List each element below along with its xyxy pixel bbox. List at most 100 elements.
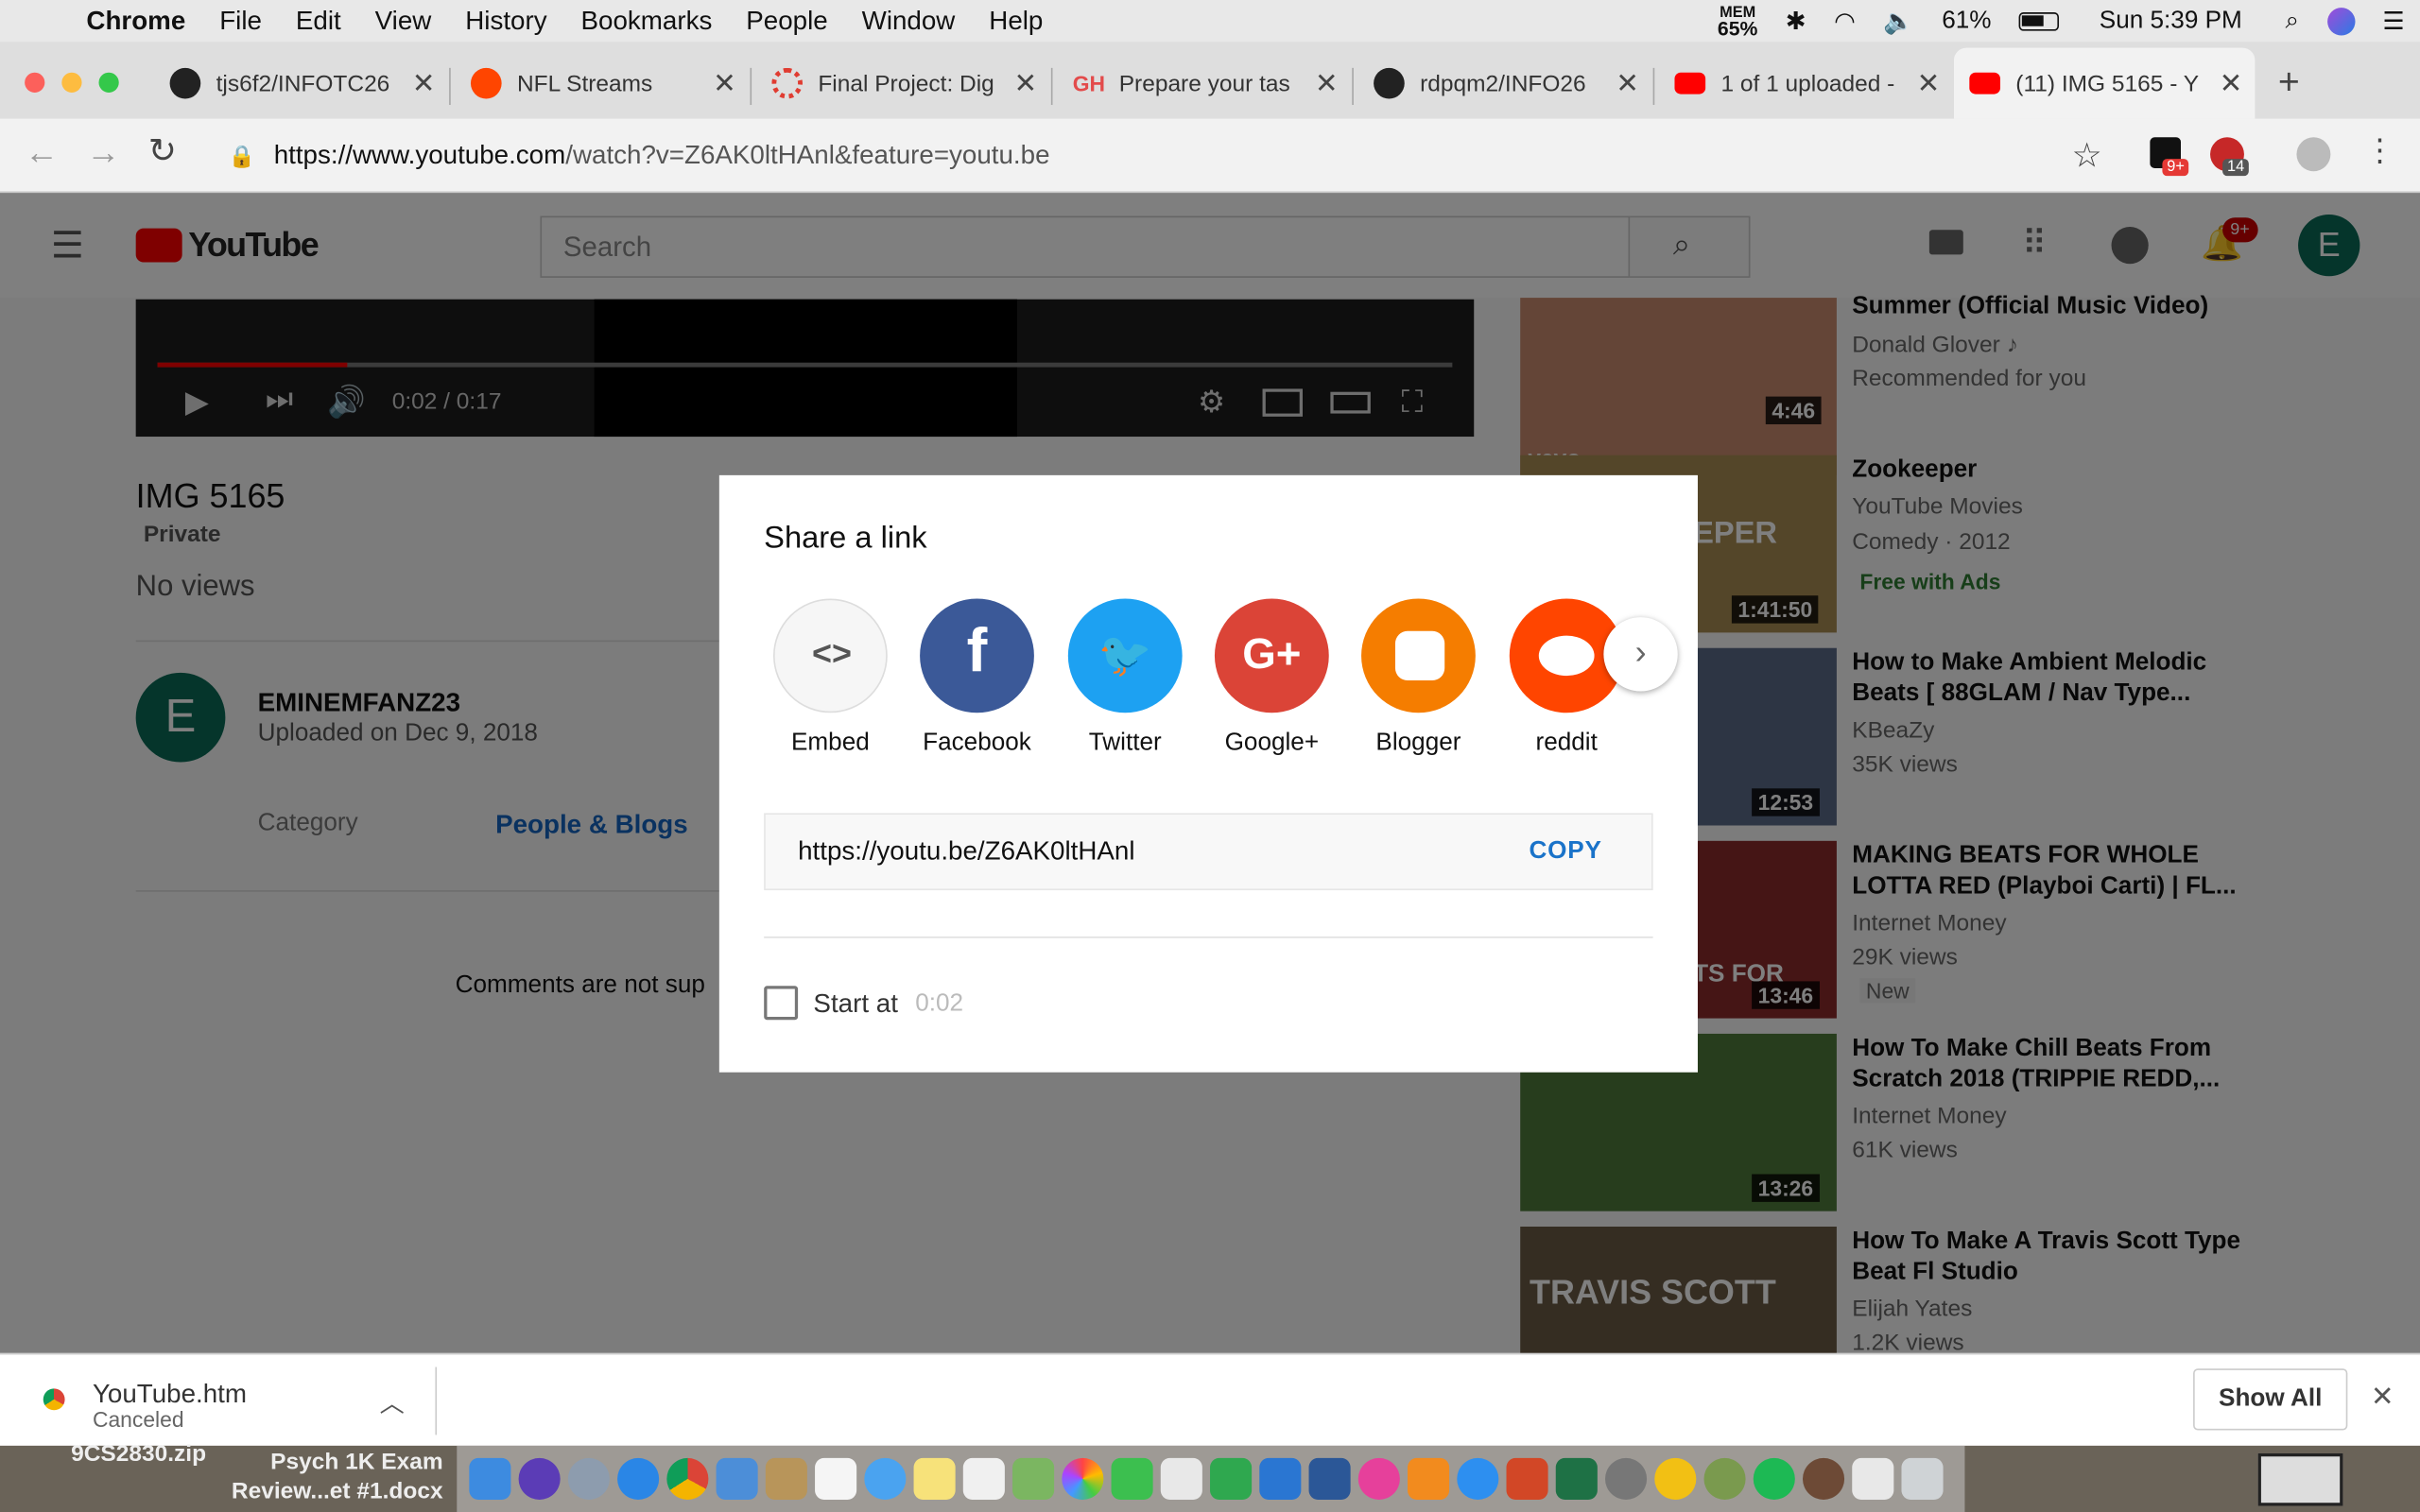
app-store-icon[interactable] [1457, 1457, 1499, 1500]
close-icon[interactable]: ✕ [2220, 67, 2243, 99]
close-icon[interactable]: ✕ [713, 67, 736, 99]
google-plus-button[interactable]: G+ [1214, 598, 1329, 713]
menu-file[interactable]: File [219, 6, 262, 37]
word-icon[interactable] [1308, 1457, 1351, 1500]
back-icon[interactable]: ← [25, 132, 59, 172]
finder-icon[interactable] [469, 1457, 511, 1500]
spotify-icon[interactable] [1753, 1457, 1795, 1500]
network-icon[interactable] [1703, 1457, 1746, 1500]
desktop-file-docx[interactable]: Psych 1K Exam Review...et #1.docx [232, 1447, 443, 1505]
downloads-folder-icon[interactable] [1852, 1457, 1894, 1500]
trash-icon[interactable] [1901, 1457, 1944, 1500]
wifi-icon[interactable]: ◠ [1834, 6, 1856, 37]
dialog-title: Share a link [764, 521, 927, 556]
reload-icon[interactable]: ↻ [148, 131, 177, 171]
desktop-screenshot-thumbnail[interactable] [2257, 1453, 2343, 1506]
calendar-icon[interactable] [815, 1457, 857, 1500]
notes-icon[interactable] [913, 1457, 956, 1500]
system-preferences-icon[interactable] [1605, 1457, 1648, 1500]
close-icon[interactable]: ✕ [1616, 67, 1639, 99]
facebook-button[interactable]: f [920, 598, 1034, 713]
preview-icon[interactable] [716, 1457, 758, 1500]
tab-4[interactable]: GH Prepare your tas ✕ [1057, 48, 1350, 119]
menu-help[interactable]: Help [989, 6, 1043, 37]
menu-window[interactable]: Window [862, 6, 956, 37]
spotlight-icon[interactable]: ⌕ [2286, 7, 2300, 34]
safari-icon[interactable] [617, 1457, 660, 1500]
tab-label: NFL Streams [516, 70, 653, 97]
show-all-button[interactable]: Show All [2193, 1368, 2348, 1431]
outlook-icon[interactable] [1654, 1457, 1697, 1500]
siri-icon[interactable] [518, 1457, 561, 1500]
keynote-app-icon[interactable] [1259, 1457, 1302, 1500]
lock-icon: 🔒 [228, 143, 256, 168]
clock[interactable]: Sun 5:39 PM [2100, 7, 2242, 34]
siri-icon[interactable] [2326, 7, 2355, 35]
share-url-field[interactable]: https://youtu.be/Z6AK0ltHAnl COPY [764, 813, 1653, 891]
tab-5[interactable]: rdpqm2/INFO26 ✕ [1358, 48, 1651, 119]
menu-people[interactable]: People [746, 6, 827, 37]
minimize-window-button[interactable] [61, 72, 82, 93]
books-icon[interactable] [1408, 1457, 1450, 1500]
launchpad-icon[interactable] [567, 1457, 610, 1500]
google-plus-icon: G+ [1242, 629, 1302, 678]
tab-label: Final Project: Dig [818, 70, 994, 97]
tab-1[interactable]: tjs6f2/INFOTC26 ✕ [154, 48, 447, 119]
address-bar[interactable]: 🔒 https://www.youtube.com /watch?v=Z6AK0… [203, 128, 2118, 184]
notification-center-icon[interactable]: ☰ [2382, 6, 2404, 37]
embed-button[interactable]: <> [772, 598, 888, 713]
app-menu[interactable]: Chrome [86, 6, 185, 37]
close-window-button[interactable] [25, 72, 45, 93]
itunes-icon[interactable] [1357, 1457, 1400, 1500]
tab-3[interactable]: Final Project: Dig ✕ [756, 48, 1049, 119]
numbers-icon[interactable] [1210, 1457, 1253, 1500]
tab-label: tjs6f2/INFOTC26 [216, 70, 390, 97]
copy-button[interactable]: COPY [1529, 838, 1601, 866]
photos-icon[interactable] [1062, 1457, 1104, 1500]
profile-icon[interactable] [2296, 137, 2331, 172]
blogger-button[interactable] [1361, 598, 1476, 713]
twitter-button[interactable]: 🐦 [1067, 598, 1183, 713]
maximize-window-button[interactable] [98, 72, 119, 93]
menu-edit[interactable]: Edit [296, 6, 341, 37]
battery-percent[interactable]: 61% [1942, 7, 1991, 34]
chevron-up-icon[interactable]: ︿ [380, 1383, 405, 1419]
messages-icon[interactable] [864, 1457, 907, 1500]
maps-icon[interactable] [1012, 1457, 1055, 1500]
bookmark-star-icon[interactable]: ☆ [2072, 136, 2102, 176]
excel-icon[interactable] [1555, 1457, 1598, 1500]
close-icon[interactable]: ✕ [2371, 1381, 2394, 1413]
menu-history[interactable]: History [465, 6, 546, 37]
tab-2[interactable]: NFL Streams ✕ [456, 48, 749, 119]
desktop-file-zip[interactable]: 9CS2830.zip [71, 1441, 206, 1468]
tab-label: 1 of 1 uploaded - [1720, 70, 1895, 97]
facetime-icon[interactable] [1111, 1457, 1153, 1500]
scroll-next-button[interactable]: › [1603, 617, 1678, 692]
powerpoint-icon[interactable] [1506, 1457, 1548, 1500]
download-filename[interactable]: YouTube.htm [93, 1380, 247, 1411]
close-icon[interactable]: ✕ [1315, 67, 1339, 99]
start-at-checkbox[interactable] [764, 986, 799, 1021]
forward-icon[interactable]: → [86, 132, 120, 172]
contacts-icon[interactable] [765, 1457, 807, 1500]
tab-6[interactable]: 1 of 1 uploaded - ✕ [1659, 48, 1952, 119]
mem-meter[interactable]: MEM 65% [1718, 5, 1758, 38]
menu-bookmarks[interactable]: Bookmarks [581, 6, 713, 37]
embed-icon: <> [812, 634, 852, 673]
chrome-menu-icon[interactable]: ⋮ [2364, 131, 2395, 170]
menu-view[interactable]: View [375, 6, 432, 37]
download-status: Canceled [92, 1407, 184, 1433]
tab-7-active[interactable]: (11) IMG 5165 - Y ✕ [1953, 47, 2256, 119]
tab-label: Prepare your tas [1118, 70, 1290, 97]
app-icon[interactable] [1802, 1457, 1845, 1500]
close-icon[interactable]: ✕ [1917, 67, 1941, 99]
close-icon[interactable]: ✕ [1014, 67, 1038, 99]
reminders-icon[interactable] [962, 1457, 1005, 1500]
new-tab-button[interactable]: + [2278, 61, 2300, 105]
bluetooth-icon[interactable]: ✱ [1786, 6, 1806, 37]
volume-icon[interactable]: 🔈 [1883, 6, 1914, 37]
chrome-icon[interactable] [666, 1457, 709, 1500]
close-icon[interactable]: ✕ [412, 67, 436, 99]
extension-badge: 9+ [2162, 159, 2189, 177]
keynote-icon[interactable] [1160, 1457, 1202, 1500]
